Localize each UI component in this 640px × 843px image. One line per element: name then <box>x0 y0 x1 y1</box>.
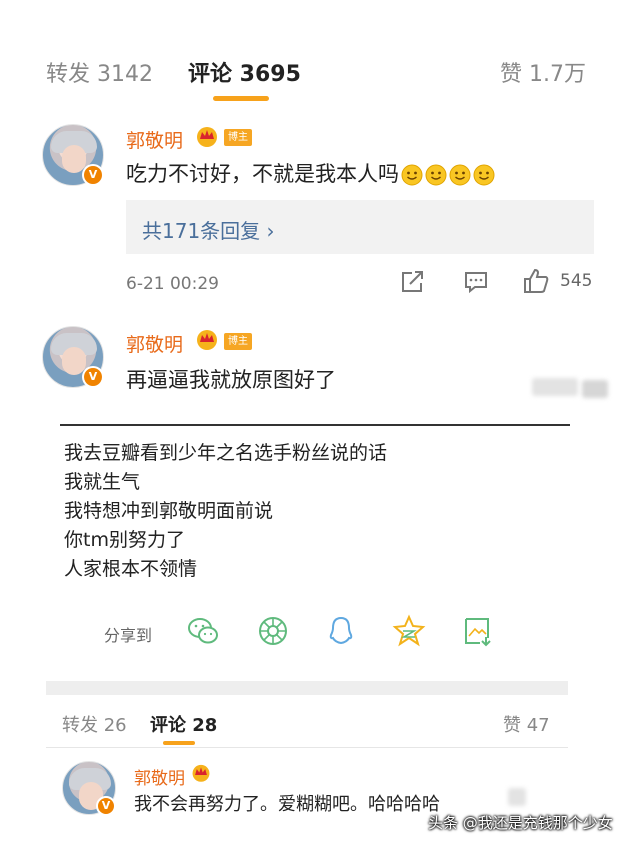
tab-repost[interactable]: 转发 3142 <box>46 56 153 88</box>
verified-icon: V <box>82 164 104 186</box>
like-count: 545 <box>560 271 593 291</box>
blogger-badge: 博主 <box>224 129 252 146</box>
post-line: 我就生气 <box>64 471 141 493</box>
smile-emoji-icon <box>425 164 447 186</box>
active-tab-indicator <box>163 741 195 745</box>
author-name[interactable]: 郭敬明 <box>126 126 183 153</box>
section-separator <box>46 681 568 695</box>
wechat-icon[interactable] <box>186 614 220 648</box>
crown-icon <box>197 127 217 147</box>
blogger-badge: 博主 <box>224 333 252 350</box>
qq-icon[interactable] <box>324 614 358 648</box>
divider <box>60 424 570 426</box>
comment-body: 吃力不讨好，不就是我本人吗 <box>126 162 399 186</box>
author-name[interactable]: 郭敬明 <box>126 330 183 357</box>
post-line: 人家根本不领情 <box>64 558 198 580</box>
tab-like[interactable]: 赞 1.7万 <box>500 56 586 88</box>
emoji-group <box>401 164 495 186</box>
crown-icon <box>197 330 217 350</box>
comment-text: 吃力不讨好，不就是我本人吗 <box>126 158 495 188</box>
divider <box>46 747 568 748</box>
chevron-right-icon: › <box>266 219 275 243</box>
save-image-icon[interactable] <box>460 614 494 648</box>
comment-time: 6-21 00:29 <box>126 274 219 294</box>
blurred-area <box>508 788 526 806</box>
comment-tabs: 转发 3142 评论 3695 赞 1.7万 <box>0 0 640 110</box>
blurred-area <box>582 380 608 398</box>
moments-icon[interactable] <box>256 614 290 648</box>
verified-icon: V <box>82 366 104 388</box>
crown-icon <box>192 764 210 782</box>
verified-icon: V <box>96 796 116 816</box>
smile-emoji-icon <box>473 164 495 186</box>
tab-repost[interactable]: 转发 26 <box>62 711 127 737</box>
watermark: 头条 @我还是充钱那个少女 <box>428 814 613 832</box>
comment-text: 再逼逼我就放原图好了 <box>126 368 336 392</box>
replies-count: 共171条回复 <box>142 219 261 243</box>
author-name[interactable]: 郭敬明 <box>134 764 185 789</box>
active-tab-indicator <box>213 96 269 101</box>
post-line: 你tm别努力了 <box>64 529 185 551</box>
replies-box[interactable]: 共171条回复 › <box>126 200 594 254</box>
replies-link[interactable]: 共171条回复 › <box>142 215 275 244</box>
thumbs-up-icon[interactable] <box>522 267 550 294</box>
smile-emoji-icon <box>449 164 471 186</box>
share-label: 分享到 <box>104 626 153 645</box>
tab-like[interactable]: 赞 47 <box>503 711 550 737</box>
post-line: 我去豆瓣看到少年之名选手粉丝说的话 <box>64 442 388 464</box>
smile-emoji-icon <box>401 164 423 186</box>
tab-comment[interactable]: 评论 3695 <box>188 56 301 88</box>
blurred-area <box>532 378 578 396</box>
post-line: 我特想冲到郭敬明面前说 <box>64 500 274 522</box>
tab-comment[interactable]: 评论 28 <box>150 711 217 737</box>
qzone-icon[interactable] <box>392 614 426 648</box>
comment-icon[interactable] <box>463 270 489 294</box>
comment-text: 我不会再努力了。爱糊糊吧。哈哈哈哈 <box>134 794 440 815</box>
share-icon[interactable] <box>400 270 426 294</box>
